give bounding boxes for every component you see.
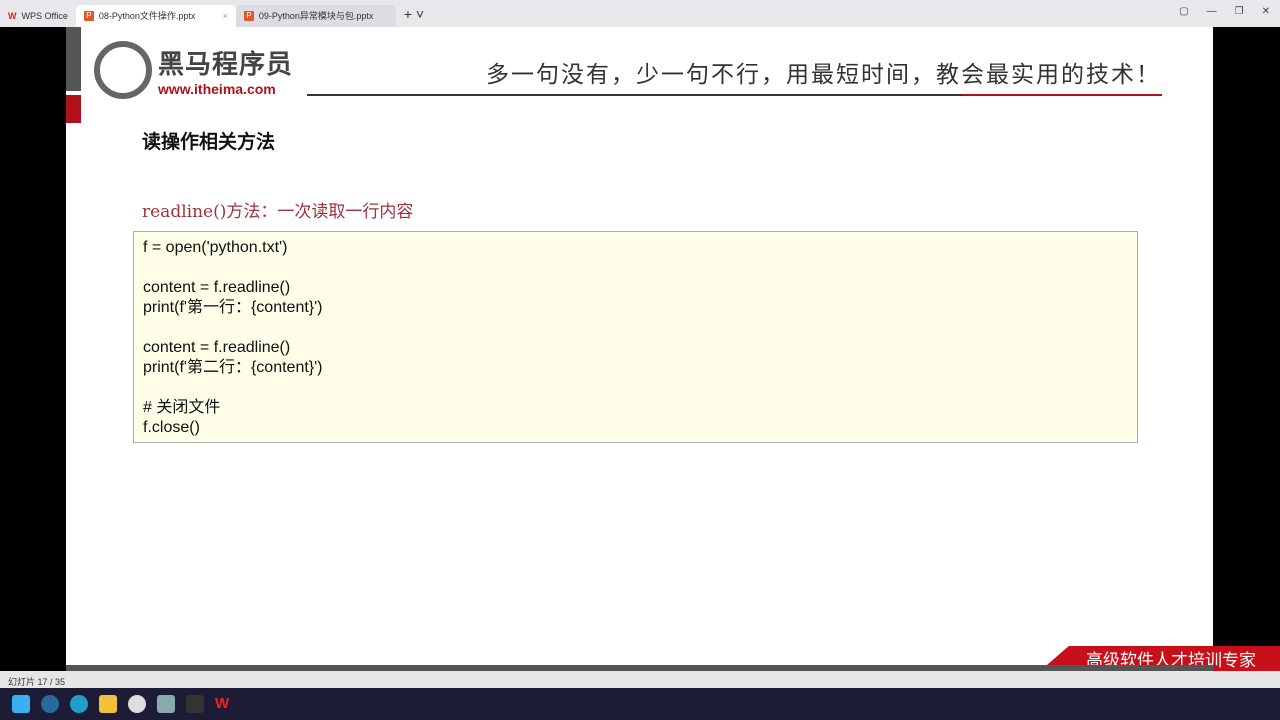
- tab-08-python[interactable]: P 08-Python文件操作.pptx ×: [75, 4, 236, 27]
- code-block: f = open('python.txt') content = f.readl…: [133, 231, 1138, 443]
- tab-09-python[interactable]: P 09-Python异常模块与包.pptx: [235, 4, 396, 27]
- edge-icon[interactable]: [70, 695, 88, 713]
- brand-name: 黑马程序员: [158, 48, 294, 79]
- calculator-icon[interactable]: [157, 695, 175, 713]
- header-line: [307, 94, 1162, 96]
- pptx-icon: P: [243, 10, 254, 21]
- new-tab-button[interactable]: + ˅: [404, 6, 424, 22]
- minimize-button[interactable]: —: [1207, 6, 1217, 17]
- decor-bar-red: [66, 95, 81, 123]
- slide-title: 读操作相关方法: [142, 132, 276, 153]
- slide-area: 黑马程序员 www.itheima.com 多一句没有，少一句不行，用最短时间，教…: [0, 27, 1280, 671]
- slogan: 多一句没有，少一句不行，用最短时间，教会最实用的技术！: [486, 62, 1161, 88]
- tab-bar: W WPS Office P 08-Python文件操作.pptx × P 09-Pyt…: [0, 0, 1280, 27]
- maximize-button[interactable]: ❐: [1235, 6, 1244, 17]
- horse-logo-icon: [94, 41, 152, 99]
- slide-counter: 幻灯片 17 / 35: [8, 677, 66, 687]
- close-window-button[interactable]: ✕: [1262, 6, 1270, 17]
- restore-icon[interactable]: ▢: [1179, 6, 1188, 17]
- clock-icon[interactable]: [128, 695, 146, 713]
- taskbar: W: [0, 688, 1280, 720]
- folder-icon[interactable]: [99, 695, 117, 713]
- slide: 黑马程序员 www.itheima.com 多一句没有，少一句不行，用最短时间，教…: [66, 27, 1213, 665]
- brand-url: www.itheima.com: [158, 80, 276, 97]
- tab-wps-office[interactable]: W WPS Office: [0, 5, 76, 27]
- decor-bar: [66, 27, 81, 91]
- pptx-icon: P: [83, 10, 94, 21]
- wps-icon[interactable]: W: [215, 695, 233, 713]
- start-icon[interactable]: [12, 695, 30, 713]
- logo: 黑马程序员 www.itheima.com: [94, 41, 293, 99]
- search-icon[interactable]: [41, 695, 59, 713]
- status-bar: 幻灯片 17 / 35: [0, 671, 1280, 688]
- terminal-icon[interactable]: [186, 695, 204, 713]
- close-icon[interactable]: ×: [223, 11, 228, 21]
- wps-icon: W: [8, 10, 17, 21]
- slide-subtitle: readline()方法：一次读取一行内容: [142, 202, 414, 222]
